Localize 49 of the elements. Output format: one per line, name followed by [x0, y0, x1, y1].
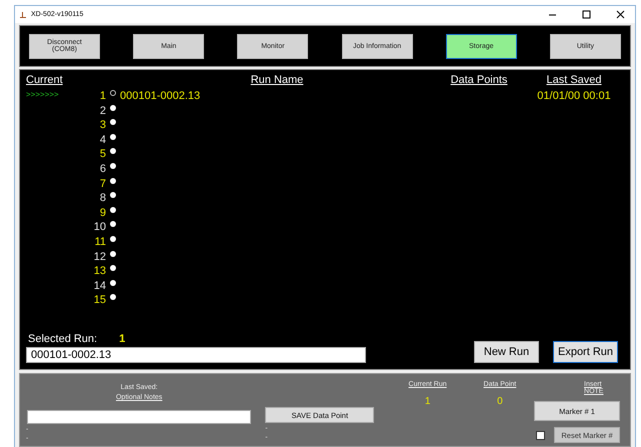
current-marker: >>>>>>>	[26, 90, 59, 99]
run-dot[interactable]	[110, 206, 116, 213]
run-number: 9	[98, 206, 106, 221]
run-number: 15	[92, 294, 106, 308]
run-dot[interactable]	[110, 178, 116, 184]
app-icon	[19, 10, 27, 18]
run-number: 5	[98, 148, 106, 162]
run-dot[interactable]	[110, 236, 116, 242]
close-icon[interactable]	[616, 10, 624, 19]
column-header: Data Points	[450, 74, 508, 88]
selected-run-value: 1	[119, 333, 126, 345]
run-name: 000101-0002.13	[120, 90, 200, 102]
run-dot[interactable]	[110, 221, 116, 228]
run-number: 3	[98, 119, 106, 134]
run-number: 12	[92, 250, 106, 265]
column-header: Current	[26, 74, 64, 88]
run-dot[interactable]	[110, 104, 116, 111]
run-number: 14	[92, 280, 106, 294]
data-point-value: 0	[497, 396, 503, 407]
current-run-value: 1	[424, 396, 430, 407]
checkbox[interactable]	[536, 430, 546, 440]
maximize-icon[interactable]	[582, 10, 590, 19]
selected-run-label: Selected Run:	[28, 333, 98, 345]
run-dot[interactable]	[110, 90, 116, 96]
run-dot[interactable]	[110, 119, 116, 126]
run-number: 1	[98, 90, 106, 104]
run-dot[interactable]	[110, 192, 116, 198]
run-dot[interactable]	[110, 162, 116, 169]
action-button[interactable]: New Run	[474, 341, 539, 363]
run-name-field[interactable]: 000101-0002.13	[26, 347, 366, 363]
run-dot[interactable]	[110, 148, 116, 154]
run-number: 11	[94, 236, 106, 250]
run-dot[interactable]	[110, 294, 116, 300]
run-number: 7	[98, 178, 106, 192]
run-number: 4	[98, 134, 106, 148]
notes-field[interactable]	[27, 410, 252, 424]
run-dot[interactable]	[110, 134, 116, 140]
action-button[interactable]: Export Run	[553, 341, 618, 363]
run-dot[interactable]	[110, 265, 116, 272]
column-header: Last Saved	[545, 74, 603, 88]
last-saved: 01/01/00 00:01	[537, 90, 611, 102]
run-dot[interactable]	[110, 250, 116, 257]
run-number: 2	[98, 104, 106, 119]
column-header: Run Name	[250, 74, 304, 88]
run-number: 10	[92, 221, 106, 236]
run-number: 8	[98, 192, 106, 206]
run-dot[interactable]	[110, 280, 116, 286]
run-number: 13	[92, 265, 106, 280]
run-number: 6	[98, 162, 106, 177]
